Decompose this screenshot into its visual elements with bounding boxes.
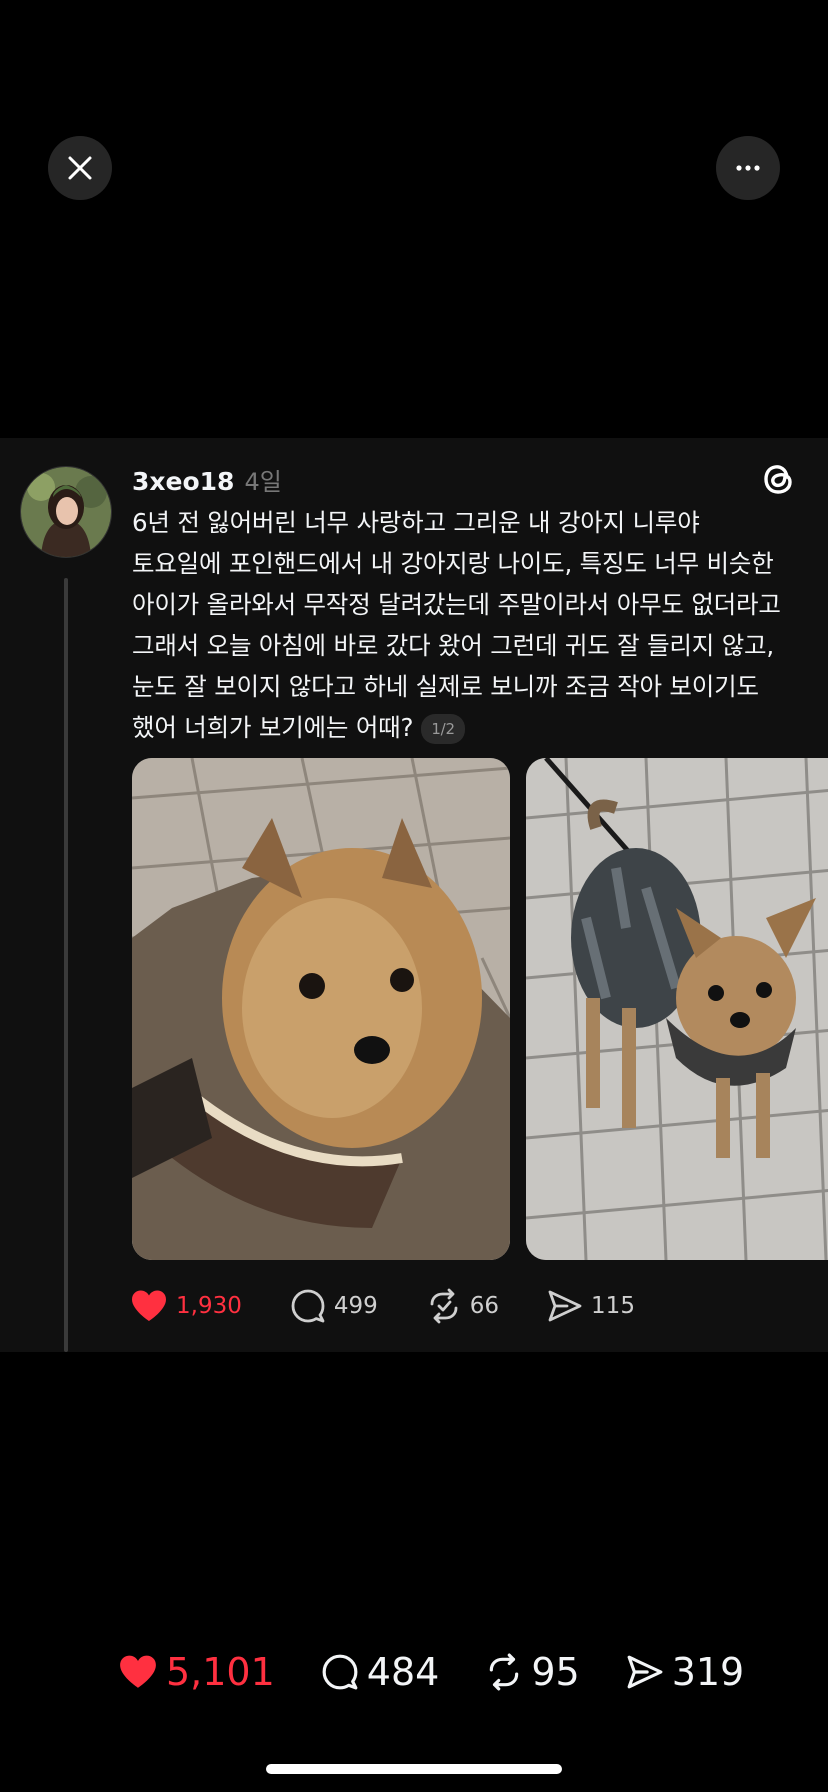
repost-icon bbox=[430, 1288, 458, 1324]
repost-count: 66 bbox=[469, 1293, 500, 1319]
share-icon bbox=[548, 1290, 582, 1322]
home-indicator[interactable] bbox=[266, 1764, 562, 1774]
repost-icon bbox=[490, 1653, 519, 1691]
thread-line bbox=[64, 578, 68, 1352]
bottom-like-button[interactable]: 5,101 bbox=[118, 1650, 275, 1694]
like-count: 1,930 bbox=[176, 1293, 242, 1319]
post-body: 6년 전 잃어버린 너무 사랑하고 그리운 내 강아지 니루야 토요일에 포인핸… bbox=[132, 508, 781, 742]
bottom-repost-button[interactable]: 95 bbox=[485, 1650, 580, 1694]
more-icon bbox=[736, 165, 760, 171]
close-button[interactable] bbox=[48, 136, 112, 200]
heart-icon bbox=[120, 1655, 156, 1688]
bottom-comment-button[interactable]: 484 bbox=[321, 1650, 440, 1694]
post-image-2[interactable] bbox=[526, 758, 828, 1260]
comment-icon bbox=[291, 1289, 325, 1323]
post-header: 3xeo18 4일 bbox=[132, 462, 282, 497]
more-options-button[interactable] bbox=[716, 136, 780, 200]
bottom-share-button[interactable]: 319 bbox=[626, 1650, 745, 1694]
repost-button[interactable]: 66 bbox=[426, 1288, 499, 1324]
username[interactable]: 3xeo18 bbox=[132, 467, 234, 496]
bottom-share-count: 319 bbox=[671, 1650, 745, 1694]
like-button[interactable]: 1,930 bbox=[130, 1289, 242, 1323]
close-icon bbox=[68, 156, 92, 180]
comment-button[interactable]: 499 bbox=[290, 1288, 378, 1324]
post-actions: 1,930 499 66 115 bbox=[130, 1288, 683, 1324]
image-counter-badge: 1/2 bbox=[421, 714, 465, 744]
post-time: 4일 bbox=[244, 468, 282, 496]
comment-icon bbox=[322, 1654, 358, 1690]
avatar[interactable] bbox=[20, 466, 112, 558]
heart-icon bbox=[132, 1290, 166, 1321]
share-button[interactable]: 115 bbox=[547, 1288, 635, 1324]
comment-count: 499 bbox=[333, 1293, 378, 1319]
share-icon bbox=[627, 1655, 663, 1689]
post-image-1[interactable] bbox=[132, 758, 510, 1260]
threads-logo-icon[interactable] bbox=[758, 458, 798, 500]
bottom-like-count: 5,101 bbox=[166, 1650, 275, 1694]
share-count: 115 bbox=[591, 1293, 635, 1319]
bottom-engagement-bar: 5,101 484 95 319 bbox=[118, 1650, 790, 1694]
post-card: 3xeo18 4일 6년 전 잃어버린 너무 사랑하고 그리운 내 강아지 니루… bbox=[0, 438, 828, 1352]
bottom-comment-count: 484 bbox=[366, 1650, 440, 1694]
post-text: 6년 전 잃어버린 너무 사랑하고 그리운 내 강아지 니루야 토요일에 포인핸… bbox=[132, 502, 812, 748]
bottom-repost-count: 95 bbox=[531, 1650, 580, 1694]
